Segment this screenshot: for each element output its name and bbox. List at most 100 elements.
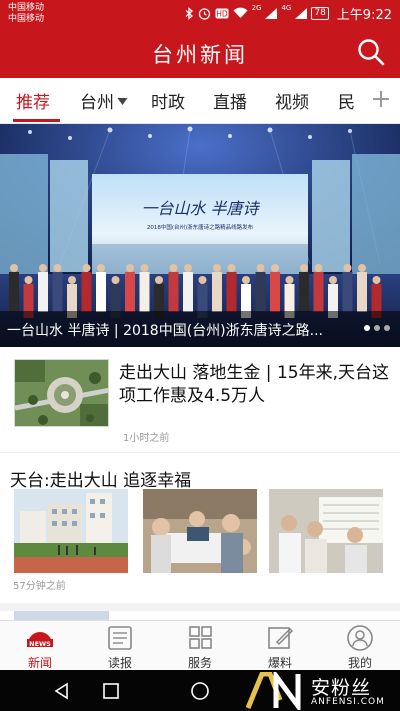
carousel-dot[interactable] <box>384 325 390 331</box>
tab-recommended[interactable]: 推荐 <box>16 88 50 113</box>
tab-taizhou-label: 台州 <box>80 93 114 113</box>
performer-figure <box>125 272 135 312</box>
home-icon[interactable] <box>190 681 210 701</box>
carousel-indicators <box>364 325 390 331</box>
recents-icon[interactable] <box>101 681 121 701</box>
watermark-logo-icon <box>246 672 301 710</box>
performer-head <box>82 264 91 272</box>
performer-head <box>140 264 149 272</box>
nav-label: 爆料 <box>267 656 292 670</box>
hd-icon: HD <box>215 8 229 18</box>
news-item[interactable]: 走出大山 落地生金 | 15年来,天台这项工作惠及4.5万人 1小时之前 <box>0 347 400 453</box>
performer-head <box>39 264 47 272</box>
watermark-url: ANFENSI.COM <box>311 697 385 707</box>
news-title: 走出大山 落地生金 | 15年来,天台这项工作惠及4.5万人 <box>119 363 389 406</box>
signal-bars-icon <box>265 7 278 19</box>
bottom-navigation: NEWS 新闻 读报 服务 爆料 我的 <box>0 620 400 670</box>
nav-report[interactable]: 爆料 <box>240 621 320 671</box>
performer-head <box>242 276 250 284</box>
performer-head <box>198 276 207 284</box>
watermark-name: 安粉丝 <box>311 677 372 699</box>
watermark: 安粉丝 ANFENSI.COM <box>246 672 396 710</box>
performer-figure <box>313 272 324 312</box>
bluetooth-icon <box>185 6 193 20</box>
tab-people[interactable]: 民 <box>338 88 355 113</box>
search-icon[interactable] <box>356 37 386 67</box>
performer-figure <box>38 272 48 312</box>
svg-text:HD: HD <box>216 9 228 18</box>
performer-head <box>10 264 18 272</box>
hero-banner-subtitle: 2018中国(台州)浙东唐诗之路精品线路发布 <box>147 223 254 231</box>
performer-head <box>53 264 62 272</box>
signal-bars-icon <box>295 7 308 19</box>
performer-figure <box>255 272 266 312</box>
news-title: 天台:走出大山 追逐幸福 <box>10 471 192 491</box>
news-icon: NEWS <box>27 632 53 648</box>
plus-icon[interactable] <box>370 88 392 110</box>
performer-head <box>97 264 105 272</box>
nav-label: 读报 <box>107 656 132 670</box>
performer-figure <box>342 272 353 312</box>
hero-banner-title: 一台山水 半唐诗 <box>141 199 260 218</box>
performer-figure <box>96 272 106 312</box>
nav-read-paper[interactable]: 读报 <box>80 621 160 671</box>
performer-head <box>314 264 323 272</box>
carousel-dot[interactable] <box>364 325 370 331</box>
performer-head <box>256 264 265 272</box>
performer-head <box>358 264 366 272</box>
user-icon <box>347 625 373 651</box>
news-image <box>14 489 128 573</box>
performer-head <box>184 264 192 272</box>
performer-head <box>372 276 381 284</box>
nav-mine[interactable]: 我的 <box>320 621 400 671</box>
news-image <box>143 489 257 573</box>
active-tab-indicator <box>13 119 60 122</box>
performer-head <box>227 264 236 272</box>
nav-label: 服务 <box>187 656 212 670</box>
tab-video[interactable]: 视频 <box>275 88 309 113</box>
performer-figure <box>139 272 150 312</box>
performer-head <box>329 276 337 284</box>
news-timestamp: 1小时之前 <box>123 433 170 444</box>
signal-1-label: 2G <box>251 4 262 12</box>
news-thumbnail <box>14 359 109 427</box>
battery-indicator: 78 <box>311 6 329 20</box>
performer-head <box>111 276 120 284</box>
performer-head <box>285 276 294 284</box>
performer-figure <box>183 272 193 312</box>
tab-live[interactable]: 直播 <box>213 88 247 113</box>
signal-2-label: 4G <box>281 4 292 12</box>
performer-head <box>343 264 352 272</box>
tab-taizhou[interactable]: 台州 <box>80 88 128 113</box>
chevron-down-icon <box>117 98 128 105</box>
performer-head <box>271 264 279 272</box>
performer-head <box>155 276 163 284</box>
alarm-icon <box>198 7 210 20</box>
newspaper-icon <box>108 626 132 650</box>
hero-caption-bar: 一台山水 半唐诗 | 2018中国(台州)浙东唐诗之路... <box>0 311 400 347</box>
status-bar: 中国移动 中国移动 HD 2G 4G 78 上午9:22 <box>0 0 400 26</box>
news-item[interactable]: 天台:走出大山 追逐幸福 57分钟之前 <box>0 453 400 611</box>
carrier-1: 中国移动 <box>8 3 45 13</box>
nav-services[interactable]: 服务 <box>160 621 240 671</box>
performer-head <box>213 264 221 272</box>
news-timestamp: 57分钟之前 <box>13 581 66 592</box>
nav-news[interactable]: NEWS 新闻 <box>0 621 80 671</box>
status-icons: HD 2G 4G 78 上午9:22 <box>185 4 392 23</box>
performer-figure <box>299 272 309 312</box>
performer-head <box>169 264 178 272</box>
app-title: 台州新闻 <box>152 43 248 67</box>
wifi-icon <box>233 7 248 19</box>
hero-caption[interactable]: 一台山水 半唐诗 | 2018中国(台州)浙东唐诗之路... <box>7 320 352 340</box>
performer-figure <box>168 272 179 312</box>
clock: 上午9:22 <box>336 7 392 23</box>
back-icon[interactable] <box>52 681 72 701</box>
hero-carousel[interactable]: 一台山水 半唐诗 2018中国(台州)浙东唐诗之路精品线路发布 一台山水 半唐诗… <box>0 124 400 347</box>
nav-label: 我的 <box>347 656 372 670</box>
carousel-dot[interactable] <box>374 325 380 331</box>
system-navigation-bar: 安粉丝 ANFENSI.COM <box>0 670 400 711</box>
performer-head <box>300 264 308 272</box>
performer-figure <box>270 272 280 312</box>
tab-politics[interactable]: 时政 <box>151 88 185 113</box>
performer-figure <box>357 272 367 312</box>
